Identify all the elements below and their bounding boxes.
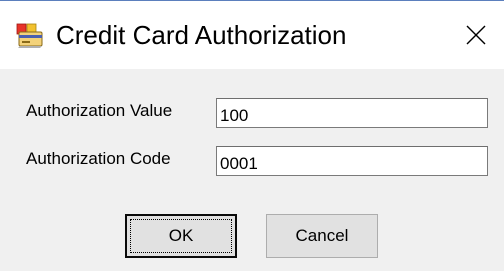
dialog-body: Authorization Value Authorization Code O…: [0, 69, 504, 271]
credit-card-authorization-dialog: Credit Card Authorization Authorization …: [0, 0, 504, 271]
authorization-value-input[interactable]: [216, 98, 488, 128]
ok-button-label: OK: [168, 226, 194, 245]
authorization-code-input[interactable]: [216, 146, 488, 176]
title-bar: Credit Card Authorization: [0, 1, 504, 69]
authorization-code-label: Authorization Code: [26, 149, 171, 168]
close-button[interactable]: [452, 11, 504, 57]
close-icon: [466, 25, 486, 45]
cancel-button-label: Cancel: [295, 226, 349, 245]
credit-card-app-icon: [16, 23, 44, 49]
cancel-button[interactable]: Cancel: [266, 214, 378, 258]
authorization-value-label: Authorization Value: [26, 101, 173, 120]
window-title: Credit Card Authorization: [56, 20, 347, 50]
ok-button[interactable]: OK: [125, 214, 237, 258]
